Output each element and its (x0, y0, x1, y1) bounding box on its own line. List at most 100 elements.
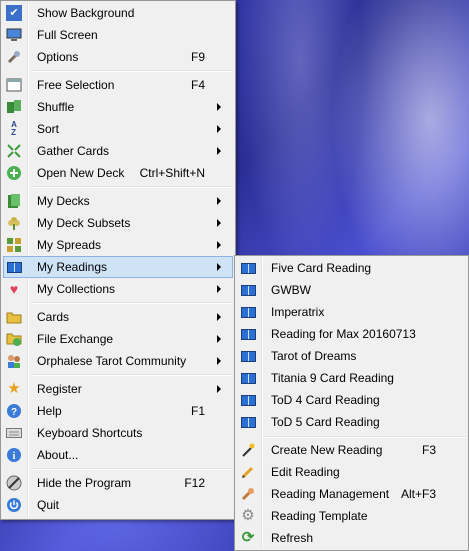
book-icon (240, 304, 256, 320)
menu-item-shuffle[interactable]: Shuffle (3, 96, 233, 118)
info-icon: i (6, 447, 22, 463)
separator (31, 468, 233, 470)
submenu-arrow-icon (217, 357, 221, 365)
submenu-arrow-icon (217, 335, 221, 343)
readings-submenu: Five Card Reading GWBW Imperatrix Readin… (234, 255, 469, 551)
shortcut-text: F1 (190, 404, 205, 418)
book-icon (240, 326, 256, 342)
create-new-reading[interactable]: Create New Reading F3 (237, 439, 466, 461)
menu-item-label: ToD 5 Card Reading (271, 415, 380, 429)
check-icon: ✔ (6, 5, 22, 21)
menu-item-label: Show Background (37, 6, 135, 20)
reading-item-five-card[interactable]: Five Card Reading (237, 257, 466, 279)
menu-item-label: ToD 4 Card Reading (271, 393, 380, 407)
menu-item-label: My Readings (37, 260, 108, 274)
refresh[interactable]: ⟳ Refresh (237, 527, 466, 549)
reading-template[interactable]: ⚙ Reading Template (237, 505, 466, 527)
shortcut-text: F9 (190, 50, 205, 64)
menu-item-my-readings[interactable]: My Readings (3, 256, 233, 278)
menu-item-label: Full Screen (37, 28, 98, 42)
menu-item-show-background[interactable]: ✔ Show Background (3, 2, 233, 24)
submenu-arrow-icon (217, 285, 221, 293)
reading-management[interactable]: Reading Management Alt+F3 (237, 483, 466, 505)
shortcut-text: F3 (421, 443, 436, 457)
menu-item-label: Reading Management (271, 487, 390, 501)
submenu-arrow-icon (217, 385, 221, 393)
menu-item-label: Titania 9 Card Reading (271, 371, 394, 385)
magic-wand-icon (240, 442, 256, 458)
menu-item-my-spreads[interactable]: My Spreads (3, 234, 233, 256)
menu-item-register[interactable]: ★ Register (3, 378, 233, 400)
wrench-icon (6, 49, 22, 65)
reading-item-max[interactable]: Reading for Max 20160713 (237, 323, 466, 345)
menu-item-label: Register (37, 382, 82, 396)
book-icon (240, 414, 256, 430)
power-icon (6, 497, 22, 513)
menu-item-my-decks[interactable]: My Decks (3, 190, 233, 212)
plus-icon (6, 165, 22, 181)
menu-item-quit[interactable]: Quit (3, 494, 233, 516)
menu-item-full-screen[interactable]: Full Screen (3, 24, 233, 46)
submenu-arrow-icon (217, 125, 221, 133)
exchange-icon (6, 331, 22, 347)
menu-item-sort[interactable]: AZ Sort (3, 118, 233, 140)
menu-item-label: GWBW (271, 283, 311, 297)
menu-item-keyboard-shortcuts[interactable]: Keyboard Shortcuts (3, 422, 233, 444)
context-menu: ✔ Show Background Full Screen Options F9… (0, 0, 236, 520)
shuffle-icon (6, 99, 22, 115)
separator (31, 302, 233, 304)
shortcut-text: Alt+F3 (400, 487, 436, 501)
menu-item-label: File Exchange (37, 332, 114, 346)
shortcut-text: Ctrl+Shift+N (139, 166, 205, 180)
menu-item-my-deck-subsets[interactable]: My Deck Subsets (3, 212, 233, 234)
submenu-arrow-icon (217, 103, 221, 111)
menu-item-label: Free Selection (37, 78, 115, 92)
monitor-icon (6, 27, 22, 43)
menu-item-help[interactable]: ? Help F1 (3, 400, 233, 422)
help-icon: ? (6, 403, 22, 419)
menu-item-label: Imperatrix (271, 305, 325, 319)
menu-item-label: My Decks (37, 194, 90, 208)
deck-icon (6, 193, 22, 209)
menu-item-gather-cards[interactable]: Gather Cards (3, 140, 233, 162)
reading-item-tod-5[interactable]: ToD 5 Card Reading (237, 411, 466, 433)
submenu-arrow-icon (217, 313, 221, 321)
folder-icon (6, 309, 22, 325)
submenu-arrow-icon (217, 197, 221, 205)
submenu-arrow-icon (217, 263, 221, 271)
menu-item-label: Open New Deck (37, 166, 125, 180)
menu-item-open-new-deck[interactable]: Open New Deck Ctrl+Shift+N (3, 162, 233, 184)
menu-item-hide-program[interactable]: Hide the Program F12 (3, 472, 233, 494)
svg-text:i: i (13, 451, 16, 462)
menu-item-community[interactable]: Orphalese Tarot Community (3, 350, 233, 372)
menu-item-label: Reading Template (271, 509, 368, 523)
reading-item-imperatrix[interactable]: Imperatrix (237, 301, 466, 323)
menu-item-label: Gather Cards (37, 144, 110, 158)
menu-item-free-selection[interactable]: Free Selection F4 (3, 74, 233, 96)
gather-icon (6, 143, 22, 159)
svg-text:?: ? (11, 407, 17, 418)
sort-az-icon: AZ (11, 120, 17, 137)
edit-reading[interactable]: Edit Reading (237, 461, 466, 483)
menu-item-my-collections[interactable]: ♥ My Collections (3, 278, 233, 300)
reading-item-gwbw[interactable]: GWBW (237, 279, 466, 301)
menu-item-label: Create New Reading (271, 443, 383, 457)
star-icon: ★ (7, 380, 21, 397)
menu-item-label: Help (37, 404, 62, 418)
gear-icon: ⚙ (241, 507, 255, 524)
menu-item-cards[interactable]: Cards (3, 306, 233, 328)
reading-item-tarot-of-dreams[interactable]: Tarot of Dreams (237, 345, 466, 367)
menu-item-label: Orphalese Tarot Community (37, 354, 187, 368)
reading-item-tod-4[interactable]: ToD 4 Card Reading (237, 389, 466, 411)
menu-item-options[interactable]: Options F9 (3, 46, 233, 68)
spread-icon (6, 237, 22, 253)
reading-item-titania[interactable]: Titania 9 Card Reading (237, 367, 466, 389)
book-icon (240, 392, 256, 408)
menu-item-label: My Collections (37, 282, 116, 296)
menu-item-about[interactable]: i About... (3, 444, 233, 466)
book-icon (240, 370, 256, 386)
menu-item-label: Tarot of Dreams (271, 349, 357, 363)
menu-item-label: My Spreads (37, 238, 102, 252)
menu-item-file-exchange[interactable]: File Exchange (3, 328, 233, 350)
separator (265, 436, 466, 438)
